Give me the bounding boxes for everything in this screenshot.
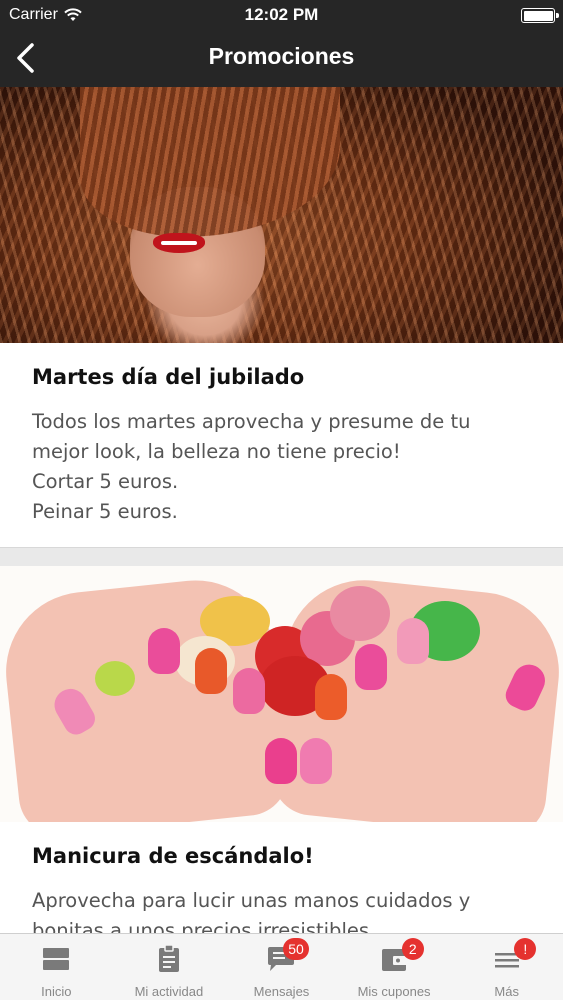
- description-line: bonitas a unos precios irresistibles: [32, 919, 370, 933]
- tab-label: Más: [494, 984, 519, 999]
- tab-label: Mis cupones: [357, 984, 431, 999]
- promotion-card[interactable]: Manicura de escándalo! Aprovecha para lu…: [0, 566, 563, 933]
- home-icon: [43, 948, 70, 970]
- coupons-badge: 2: [401, 938, 424, 960]
- page-title: Promociones: [208, 43, 355, 69]
- messages-badge: 50: [283, 938, 309, 960]
- description-line: Cortar 5 euros.: [32, 470, 179, 493]
- promotion-description: Aprovecha para lucir unas manos cuidados…: [32, 886, 531, 933]
- tab-inicio[interactable]: Inicio: [0, 934, 113, 1000]
- more-badge: !: [514, 938, 537, 960]
- card-separator: [0, 547, 563, 566]
- promotion-description: Todos los martes aprovecha y presume de …: [32, 407, 531, 527]
- description-line: Aprovecha para lucir unas manos cuidados…: [32, 889, 471, 912]
- tab-label: Mensajes: [253, 984, 310, 999]
- description-line: Todos los martes aprovecha y presume de …: [32, 410, 471, 433]
- navigation-bar: Promociones: [0, 30, 563, 87]
- promotion-card[interactable]: Martes día del jubilado Todos los martes…: [0, 87, 563, 547]
- battery-icon: [521, 8, 559, 23]
- clipboard-icon: [158, 945, 179, 972]
- promotion-image: [0, 87, 563, 343]
- description-line: mejor look, la belleza no tiene precio!: [32, 440, 401, 463]
- description-line: Peinar 5 euros.: [32, 500, 178, 523]
- promotion-title: Manicura de escándalo!: [32, 844, 314, 868]
- clock: 12:02 PM: [244, 5, 319, 24]
- promotion-image: [0, 566, 563, 822]
- tab-mas[interactable]: ! Más: [450, 934, 563, 1000]
- tab-mi-actividad[interactable]: Mi actividad: [113, 934, 226, 1000]
- promotions-list[interactable]: Martes día del jubilado Todos los martes…: [0, 87, 563, 933]
- tab-bar: Inicio Mi actividad 50 Mensajes 2 Mis cu…: [0, 933, 563, 1000]
- status-bar: Carrier 12:02 PM: [0, 0, 563, 30]
- tab-mis-cupones[interactable]: 2 Mis cupones: [338, 934, 451, 1000]
- promotion-title: Martes día del jubilado: [32, 365, 305, 389]
- tab-mensajes[interactable]: 50 Mensajes: [225, 934, 338, 1000]
- tab-label: Inicio: [41, 984, 72, 999]
- tab-label: Mi actividad: [134, 984, 204, 999]
